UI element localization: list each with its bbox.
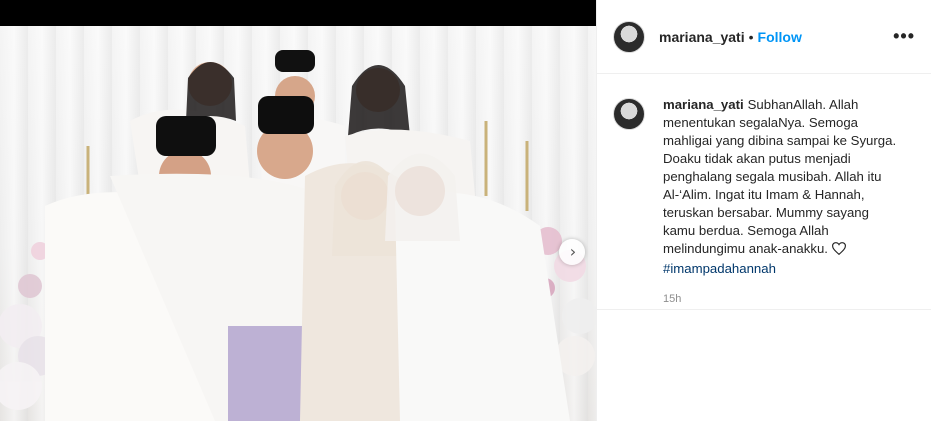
photo-top-bar [0, 0, 596, 26]
next-slide-button[interactable]: › [559, 239, 585, 265]
post-header: mariana_yati • Follow ••• [597, 0, 931, 74]
divider [597, 309, 931, 310]
caption: mariana_yati SubhanAllah. Allah menentuka… [663, 96, 903, 278]
post-sidebar: mariana_yati • Follow ••• mariana_yati Su… [596, 0, 931, 421]
caption-username[interactable]: mariana_yati [663, 97, 744, 112]
chevron-right-icon: › [569, 242, 577, 261]
heart-icon [831, 242, 846, 260]
hashtag-link[interactable]: #imampadahannah [663, 260, 903, 278]
caption-text: SubhanAllah. Allah menentukan segalaNya.… [663, 97, 897, 256]
timestamp: 15h [663, 293, 682, 305]
caption-comment: mariana_yati SubhanAllah. Allah menentuka… [613, 96, 918, 278]
front-row [45, 96, 570, 421]
post-image[interactable]: › [0, 26, 596, 421]
avatar[interactable] [613, 98, 645, 130]
avatar[interactable] [613, 20, 645, 53]
follow-button[interactable]: Follow [758, 29, 802, 45]
image-content [0, 50, 596, 421]
more-options-icon[interactable]: ••• [893, 27, 915, 45]
header-username[interactable]: mariana_yati [659, 29, 745, 45]
header-separator: • [748, 28, 754, 45]
